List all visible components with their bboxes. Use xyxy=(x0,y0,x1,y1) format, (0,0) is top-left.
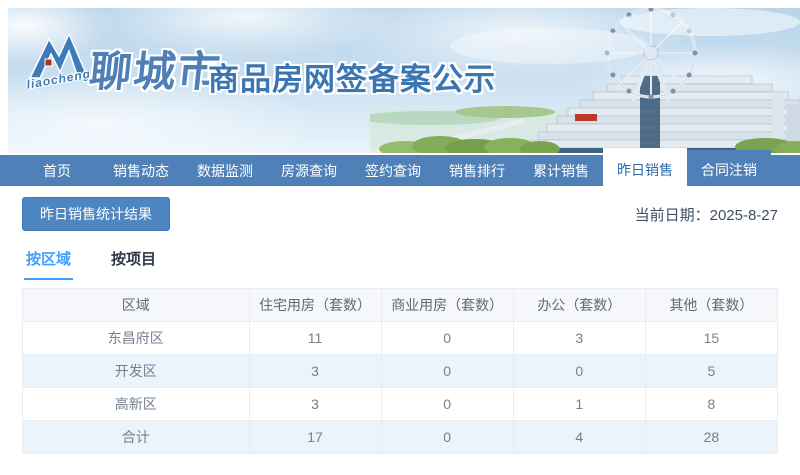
cell-other: 15 xyxy=(644,321,779,355)
nav-item-data-monitoring[interactable]: 数据监测 xyxy=(183,155,267,186)
page: liaocheng 聊城市 商品房网签备案公示 首页 销售动态 数据监测 房源查… xyxy=(0,0,800,475)
tab-by-project[interactable]: 按项目 xyxy=(109,248,158,280)
table-row: 东昌府区 11 0 3 15 xyxy=(22,321,779,355)
city-name: 聊城市 xyxy=(87,48,225,95)
table-header-row: 区域 住宅用房（套数） 商业用房（套数） 办公（套数） 其他（套数） xyxy=(22,288,779,322)
header-commercial: 商业用房（套数） xyxy=(380,288,514,322)
cell-office: 3 xyxy=(512,321,646,355)
cell-office: 1 xyxy=(512,387,646,421)
cell-commercial: 0 xyxy=(380,321,514,355)
content-area: 昨日销售统计结果 当前日期：2025-8-27 按区域 按项目 区域 住宅用房（… xyxy=(0,186,800,475)
cell-commercial: 0 xyxy=(380,420,514,454)
cell-commercial: 0 xyxy=(380,387,514,421)
cell-region: 合计 xyxy=(22,420,250,454)
content-top-row: 昨日销售统计结果 当前日期：2025-8-27 xyxy=(0,186,800,231)
tab-by-region[interactable]: 按区域 xyxy=(24,248,74,280)
nav-item-home[interactable]: 首页 xyxy=(15,155,99,186)
header-region: 区域 xyxy=(22,288,250,322)
cell-residential: 3 xyxy=(248,387,382,421)
cell-commercial: 0 xyxy=(380,354,514,388)
nav-item-contract-cancellation[interactable]: 合同注销 xyxy=(687,150,771,186)
current-date: 当前日期：2025-8-27 xyxy=(635,204,778,225)
header-other: 其他（套数） xyxy=(644,288,779,322)
cell-residential: 17 xyxy=(248,420,382,454)
nav-item-yesterday-sales[interactable]: 昨日销售 xyxy=(603,148,687,186)
current-date-value: 2025-8-27 xyxy=(709,206,778,224)
cell-office: 0 xyxy=(512,354,646,388)
cell-residential: 3 xyxy=(248,354,382,388)
table-row: 高新区 3 0 1 8 xyxy=(22,387,779,421)
nav-item-cumulative-sales[interactable]: 累计销售 xyxy=(519,155,603,186)
header-residential: 住宅用房（套数） xyxy=(248,288,382,322)
header-office: 办公（套数） xyxy=(512,288,646,322)
cityscape-ferris-wheel-image xyxy=(370,8,800,153)
table-row: 开发区 3 0 0 5 xyxy=(22,354,779,388)
yesterday-sales-stats-button[interactable]: 昨日销售统计结果 xyxy=(22,197,170,231)
current-date-label: 当前日期： xyxy=(634,206,710,224)
cell-region: 开发区 xyxy=(22,354,250,388)
nav-item-sales-dynamics[interactable]: 销售动态 xyxy=(99,155,183,186)
cell-other: 5 xyxy=(644,354,779,388)
cell-residential: 11 xyxy=(248,321,382,355)
cell-region: 高新区 xyxy=(22,387,250,421)
table-row-total: 合计 17 0 4 28 xyxy=(22,420,779,454)
main-nav: 首页 销售动态 数据监测 房源查询 签约查询 销售排行 累计销售 昨日销售 合同… xyxy=(0,148,800,186)
cell-office: 4 xyxy=(512,420,646,454)
cell-other: 8 xyxy=(644,387,779,421)
nav-item-sales-ranking[interactable]: 销售排行 xyxy=(435,155,519,186)
cell-other: 28 xyxy=(644,420,779,454)
view-tabs: 按区域 按项目 xyxy=(0,231,800,280)
sales-table: 区域 住宅用房（套数） 商业用房（套数） 办公（套数） 其他（套数） 东昌府区 … xyxy=(22,288,779,454)
nav-item-contract-query[interactable]: 签约查询 xyxy=(351,155,435,186)
cell-region: 东昌府区 xyxy=(22,321,250,355)
site-banner: liaocheng 聊城市 商品房网签备案公示 xyxy=(8,8,800,153)
nav-item-listing-query[interactable]: 房源查询 xyxy=(267,155,351,186)
